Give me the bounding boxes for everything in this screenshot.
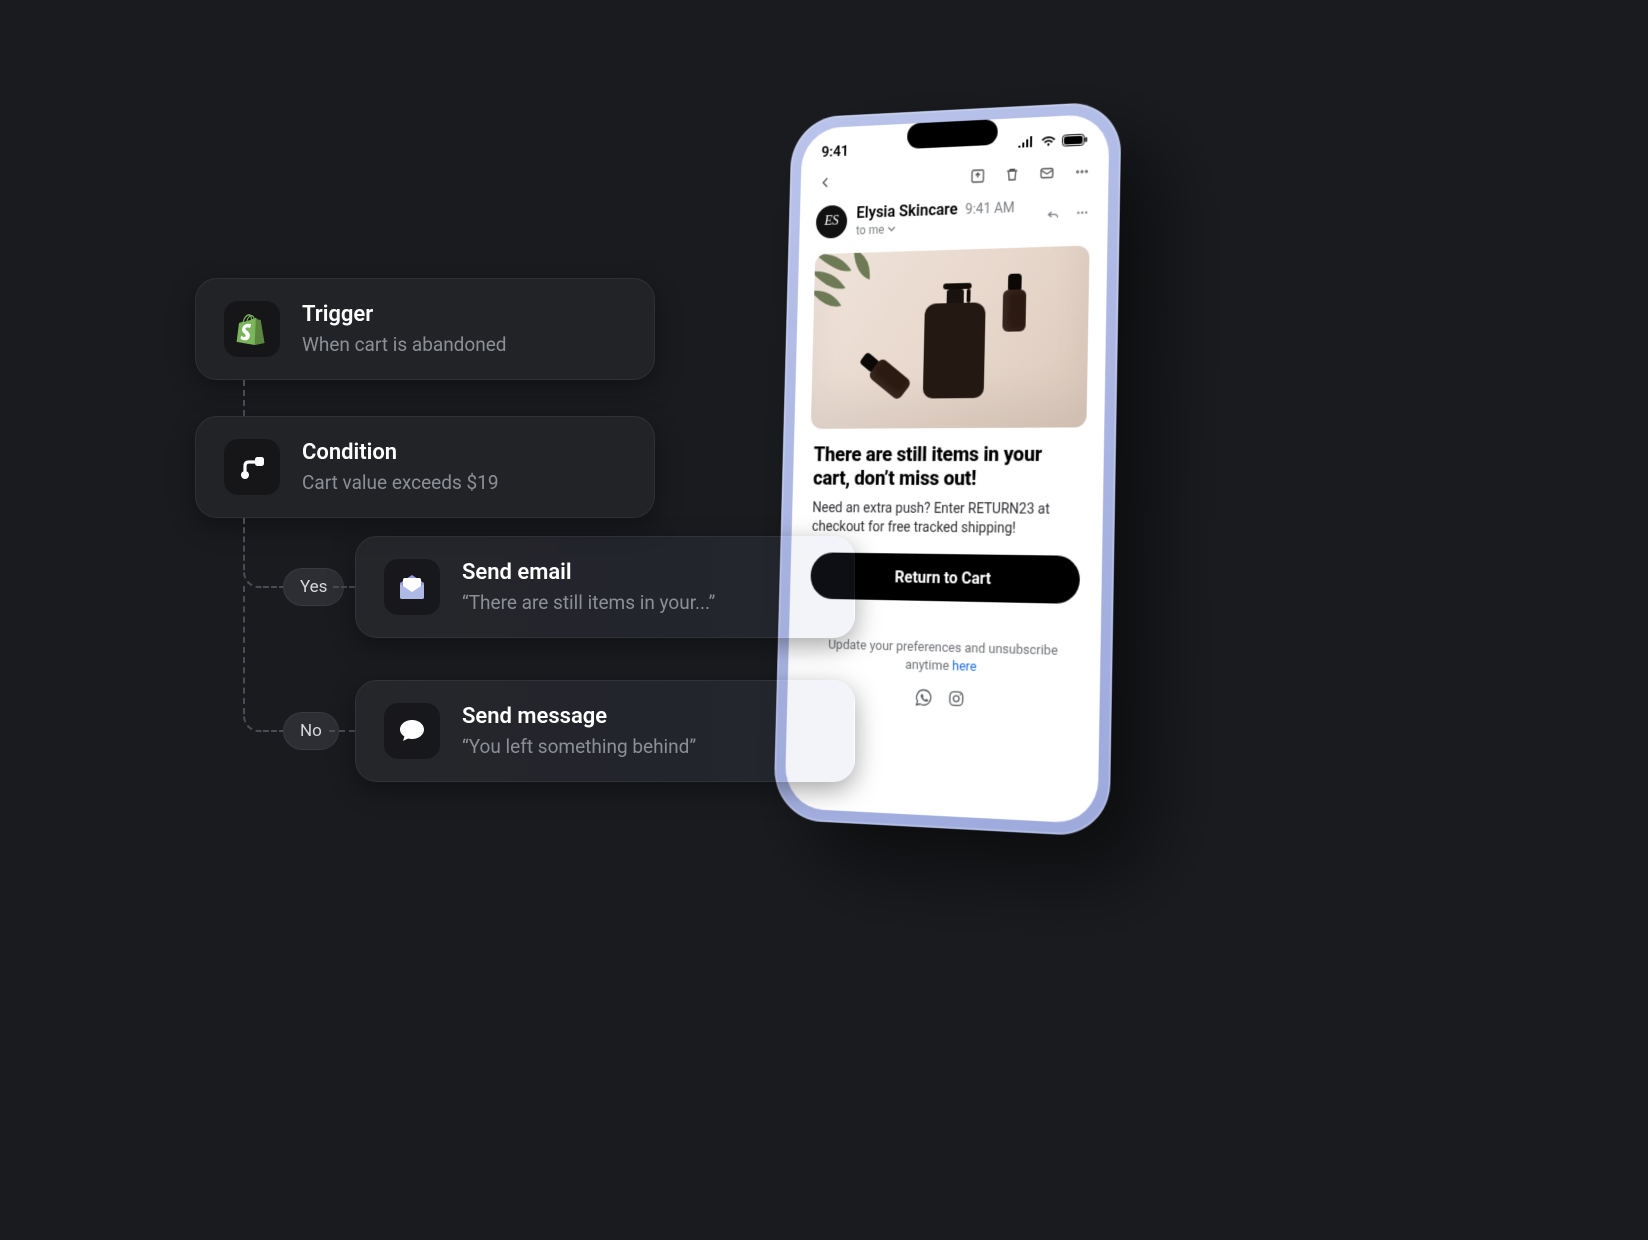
signal-icon xyxy=(1017,136,1035,149)
trash-icon[interactable] xyxy=(1003,165,1021,184)
send-message-card[interactable]: Send message “You left something behind” xyxy=(355,680,855,782)
product-bottle-small xyxy=(856,348,912,401)
sender-name: Elysia Skincare xyxy=(856,200,958,222)
email-icon xyxy=(384,559,440,615)
sender-time: 9:41 AM xyxy=(965,200,1015,218)
email-headline: There are still items in your cart, don’… xyxy=(813,442,1082,491)
wifi-icon xyxy=(1041,135,1057,148)
more-icon[interactable] xyxy=(1074,204,1090,221)
card-subtitle: “You left something behind” xyxy=(462,735,696,758)
card-title: Trigger xyxy=(302,302,507,328)
shopify-icon xyxy=(224,301,280,357)
card-title: Condition xyxy=(302,440,499,466)
email-hero-image xyxy=(811,245,1090,428)
more-icon[interactable] xyxy=(1073,162,1091,181)
battery-icon xyxy=(1062,134,1088,147)
phone-time: 9:41 xyxy=(821,142,849,161)
email-body: Need an extra push? Enter RETURN23 at ch… xyxy=(812,499,1082,539)
condition-card[interactable]: Condition Cart value exceeds $19 xyxy=(195,416,655,518)
sender-to: to me xyxy=(856,223,884,238)
chevron-down-icon[interactable] xyxy=(887,224,896,233)
card-subtitle: When cart is abandoned xyxy=(302,333,507,356)
product-bottle-small xyxy=(1002,273,1026,331)
leaf-decoration xyxy=(811,248,895,328)
card-title: Send email xyxy=(462,560,715,586)
card-title: Send message xyxy=(462,704,696,730)
send-email-card[interactable]: Send email “There are still items in you… xyxy=(355,536,855,638)
product-bottle-large xyxy=(923,278,986,398)
avatar: ES xyxy=(816,204,848,238)
whatsapp-icon[interactable] xyxy=(914,687,933,708)
branch-icon xyxy=(224,439,280,495)
mail-icon[interactable] xyxy=(1038,164,1056,183)
back-icon[interactable] xyxy=(817,174,834,192)
reply-icon[interactable] xyxy=(1045,205,1061,222)
card-subtitle: “There are still items in your...” xyxy=(462,591,715,614)
chat-icon xyxy=(384,703,440,759)
card-subtitle: Cart value exceeds $19 xyxy=(302,471,499,494)
archive-icon[interactable] xyxy=(969,167,986,185)
unsubscribe-link[interactable]: here xyxy=(952,659,977,675)
instagram-icon[interactable] xyxy=(946,688,966,709)
trigger-card[interactable]: Trigger When cart is abandoned xyxy=(195,278,655,380)
